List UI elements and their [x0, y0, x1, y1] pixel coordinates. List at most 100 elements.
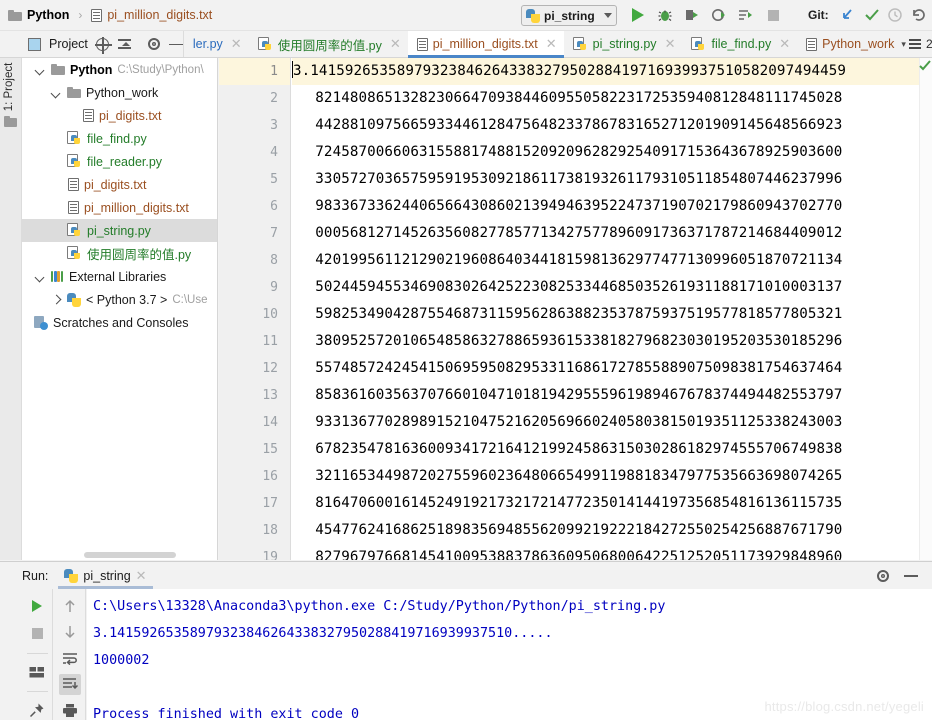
- code-line[interactable]: 3211653449872027559602364806654991198818…: [292, 463, 932, 490]
- code-line[interactable]: 8279679766814541009538837863609506800642…: [292, 544, 932, 560]
- editor-tab-4[interactable]: file_find.py ✕: [682, 31, 797, 57]
- code-line[interactable]: 9331367702898915210475216205696602405803…: [292, 409, 932, 436]
- code-editor[interactable]: 1 2 3 4 5 6 7 8 9 10 11 12 13 14 15 16 1…: [219, 58, 932, 560]
- tree-row[interactable]: Scratches and Consoles: [22, 311, 217, 334]
- console-line: 3.14159265358979323846264338327950288419…: [93, 626, 553, 641]
- tree-row[interactable]: Python_work: [22, 81, 217, 104]
- tree-row[interactable]: External Libraries: [22, 265, 217, 288]
- tree-label: file_find.py: [87, 131, 147, 146]
- hide-icon[interactable]: [168, 37, 183, 51]
- stop-icon[interactable]: [26, 623, 48, 644]
- debug-icon[interactable]: [654, 4, 676, 26]
- code-line[interactable]: 9833673362440656643086021394946395224737…: [292, 193, 932, 220]
- rollback-icon[interactable]: [908, 4, 930, 26]
- profile-icon[interactable]: [708, 4, 730, 26]
- chevron-down-icon[interactable]: ▾: [901, 39, 906, 50]
- tree-label: pi_digits.txt: [84, 177, 147, 192]
- code-line[interactable]: 3305727036575959195309218611738193261179…: [292, 166, 932, 193]
- chevron-down-icon[interactable]: [34, 271, 46, 283]
- close-icon[interactable]: ✕: [136, 568, 147, 584]
- project-hscrollbar-thumb[interactable]: [84, 552, 176, 558]
- tree-row[interactable]: < Python 3.7 > C:\Use: [22, 288, 217, 311]
- tab-overflow-area[interactable]: ▾ 2: [901, 31, 932, 57]
- code-line[interactable]: 5024459455346908302642522308253344685035…: [292, 274, 932, 301]
- editor-tab-3[interactable]: pi_string.py ✕: [564, 31, 683, 57]
- breadcrumb-file[interactable]: pi_million_digits.txt: [107, 8, 212, 22]
- minimize-icon[interactable]: [904, 569, 918, 583]
- chevron-down-icon[interactable]: [50, 87, 62, 99]
- editor-tab-1[interactable]: 使用圆周率的值.py ✕: [249, 31, 408, 57]
- code-line[interactable]: 4547762416862518983569485562099219222184…: [292, 517, 932, 544]
- inspection-marker-gutter[interactable]: [919, 58, 932, 560]
- code-line[interactable]: 4201995611212902196086403441815981362977…: [292, 247, 932, 274]
- tree-row[interactable]: pi_million_digits.txt: [22, 196, 217, 219]
- project-hscrollbar-track[interactable]: [44, 551, 217, 560]
- editor-tab-0[interactable]: ler.py ✕: [184, 31, 249, 57]
- code-line[interactable]: 7245870066063155881748815209209628292540…: [292, 139, 932, 166]
- run-tab-pi-string[interactable]: pi_string ✕: [58, 563, 153, 589]
- code-line[interactable]: 8583616035637076601047101819429555961989…: [292, 382, 932, 409]
- down-arrow-icon[interactable]: [59, 621, 81, 642]
- close-icon[interactable]: ✕: [546, 36, 557, 52]
- code-line[interactable]: 4428810975665933446128475648233786783165…: [292, 112, 932, 139]
- code-text-area[interactable]: 3.14159265358979323846264338327950288419…: [292, 58, 932, 560]
- breadcrumb: Python › pi_million_digits.txt: [8, 8, 212, 22]
- line-number: 2: [270, 91, 278, 106]
- code-line[interactable]: 0005681271452635608277857713427577896091…: [292, 220, 932, 247]
- tree-row[interactable]: Python C:\Study\Python\: [22, 58, 217, 81]
- line-number: 13: [262, 388, 278, 403]
- settings-gear-icon[interactable]: [876, 569, 890, 583]
- project-tree[interactable]: Python C:\Study\Python\ Python_work pi_d…: [22, 58, 218, 560]
- run-configuration-selector[interactable]: pi_string: [521, 5, 617, 26]
- run-with-coverage-icon[interactable]: [681, 4, 703, 26]
- code-line[interactable]: 6782354781636009341721641219924586315030…: [292, 436, 932, 463]
- code-line[interactable]: 3.14159265358979323846264338327950288419…: [292, 58, 932, 85]
- code-line[interactable]: 5982534904287554687311595628638823537875…: [292, 301, 932, 328]
- tree-label: 使用圆周率的值.py: [87, 248, 192, 262]
- update-project-icon[interactable]: [836, 4, 858, 26]
- tree-row[interactable]: pi_digits.txt: [22, 104, 217, 127]
- run-dashboard-icon[interactable]: [735, 4, 757, 26]
- tree-row[interactable]: file_reader.py: [22, 150, 217, 173]
- inspection-ok-check-icon[interactable]: [919, 60, 931, 72]
- collapse-all-icon[interactable]: [117, 36, 133, 52]
- close-icon[interactable]: ✕: [779, 36, 790, 52]
- settings-gear-icon[interactable]: [147, 37, 161, 51]
- python-icon: [526, 8, 540, 23]
- tree-row[interactable]: 使用圆周率的值.py: [22, 242, 217, 265]
- locate-icon[interactable]: [94, 36, 112, 54]
- scroll-to-end-icon[interactable]: [58, 673, 81, 695]
- line-number: 5: [270, 172, 278, 187]
- chevron-right-icon[interactable]: [50, 294, 62, 306]
- close-icon[interactable]: ✕: [390, 36, 401, 52]
- editor-tab-2[interactable]: pi_million_digits.txt ✕: [407, 31, 564, 58]
- code-line[interactable]: 3809525720106548586327886593615338182796…: [292, 328, 932, 355]
- tree-row-selected[interactable]: pi_string.py: [22, 219, 217, 242]
- print-icon[interactable]: [59, 700, 81, 720]
- console-icon[interactable]: [26, 662, 48, 683]
- close-icon[interactable]: ✕: [231, 36, 242, 52]
- code-line[interactable]: 8214808651328230664709384460955058223172…: [292, 85, 932, 112]
- editor-tab-label: pi_string.py: [592, 37, 657, 51]
- code-line[interactable]: 5574857242454150695950829533116861727855…: [292, 355, 932, 382]
- soft-wrap-icon[interactable]: [59, 647, 81, 668]
- line-number: 17: [262, 496, 278, 511]
- tree-row[interactable]: file_find.py: [22, 127, 217, 150]
- library-icon: [51, 270, 64, 283]
- rerun-icon[interactable]: [26, 595, 48, 616]
- run-icon[interactable]: [627, 4, 649, 26]
- tab-list-icon[interactable]: [908, 38, 923, 50]
- tree-row[interactable]: pi_digits.txt: [22, 173, 217, 196]
- stop-icon[interactable]: [762, 4, 784, 26]
- chevron-down-icon[interactable]: [34, 64, 46, 76]
- commit-icon[interactable]: [861, 4, 883, 26]
- editor-tab-5[interactable]: Python_work: [797, 31, 901, 57]
- chevron-down-icon[interactable]: [604, 13, 612, 18]
- pin-icon[interactable]: [26, 700, 48, 720]
- up-arrow-icon[interactable]: [59, 595, 81, 616]
- sidebar-item-project[interactable]: 1: Project: [3, 59, 21, 115]
- project-toolwindow-label[interactable]: Project: [49, 37, 88, 51]
- breadcrumb-root[interactable]: Python: [27, 8, 69, 22]
- close-icon[interactable]: ✕: [665, 36, 676, 52]
- code-line[interactable]: 8164706001614524919217321721477235014144…: [292, 490, 932, 517]
